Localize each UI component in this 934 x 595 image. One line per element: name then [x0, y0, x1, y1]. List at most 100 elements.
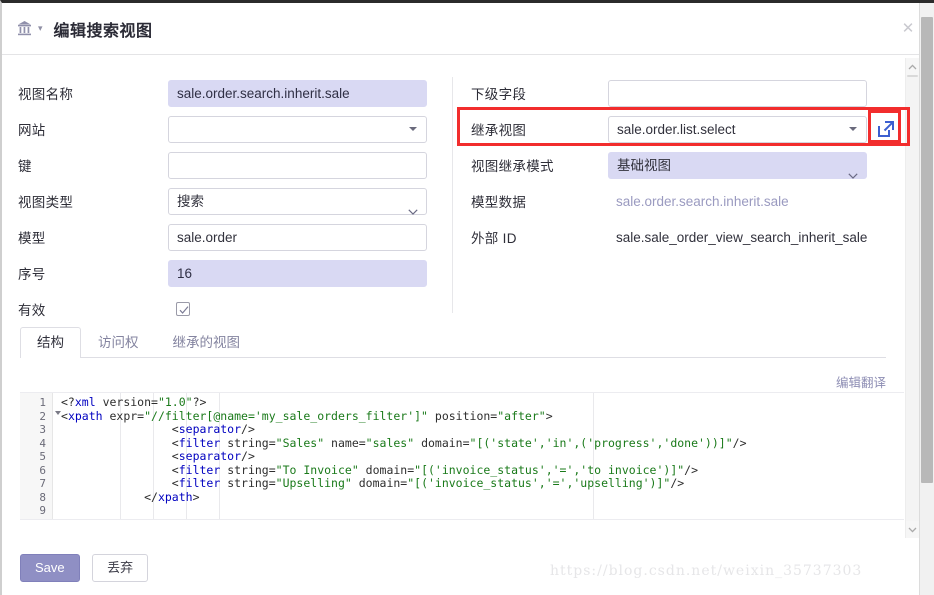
field-control-website	[168, 115, 452, 143]
line-number: 6	[39, 463, 46, 477]
dropdown-value-view-type: 搜索	[177, 193, 204, 209]
field-control-view-inherit-mode: 基础视图	[608, 151, 902, 179]
line-number: 1	[39, 396, 46, 409]
field-control-active	[168, 302, 452, 316]
form-row-key: 键	[18, 149, 452, 181]
form-area: 视图名称 sale.order.search.inherit.sale 网站键视图类…	[2, 55, 902, 318]
form-row-model: 模型 sale.order	[18, 221, 452, 253]
caret-down-icon	[849, 127, 857, 131]
field-control-sequence: 16	[168, 259, 452, 287]
field-label-sequence: 序号	[18, 267, 46, 282]
inner-scrollbar-thumb[interactable]	[907, 75, 918, 77]
line-number: 2	[20, 410, 61, 424]
inner-scrollbar-track[interactable]	[906, 75, 919, 521]
form-row-view-name: 视图名称 sale.order.search.inherit.sale	[18, 77, 452, 109]
window-scrollbar-thumb[interactable]	[921, 17, 933, 483]
field-control-model-data: sale.order.search.inherit.sale	[608, 188, 902, 215]
code-line: <filter string="To Invoice" domain="[('i…	[171, 462, 699, 477]
field-label-external-id: 外部 ID	[471, 231, 517, 246]
field-label-view-name: 视图名称	[18, 87, 74, 102]
code-line: <separator/>	[171, 422, 255, 436]
field-label-model-data: 模型数据	[471, 195, 527, 210]
field-label-key: 键	[18, 159, 32, 174]
scroll-up-icon[interactable]	[906, 58, 919, 75]
code-line: <xpath expr="//filter[@name='my_sale_ord…	[61, 408, 553, 423]
checkbox-active[interactable]	[176, 302, 190, 316]
inner-scrollbar[interactable]	[905, 58, 919, 538]
code-line: </xpath>	[144, 489, 200, 504]
watermark: https://blog.csdn.net/weixin_35737303	[550, 563, 863, 579]
line-number: 7	[39, 477, 46, 490]
input-child-field[interactable]	[608, 79, 867, 107]
code-line: <filter string="Upselling" domain="[('in…	[171, 476, 685, 490]
line-number: 9	[39, 504, 46, 517]
input-sequence[interactable]: 16	[168, 259, 427, 287]
tab-bar: 结构 访问权 继承的视图	[20, 327, 886, 358]
field-label-website: 网站	[18, 123, 46, 138]
field-control-model: sale.order	[168, 223, 452, 251]
field-value-external-id: sale.sale_order_view_search_inherit_sale	[616, 229, 868, 245]
dropdown-view-type[interactable]: 搜索	[168, 187, 427, 215]
tab-inherited-views[interactable]: 继承的视图	[156, 327, 258, 358]
check-icon	[179, 306, 189, 314]
editor-gutter: 123456789	[20, 393, 61, 519]
field-control-view-type: 搜索	[168, 187, 452, 215]
select-inherited-view[interactable]: sale.order.list.select	[608, 115, 867, 143]
code-line: <filter string="Sales" name="sales" doma…	[171, 435, 747, 450]
dialog-titlebar: ▾ 编辑搜索视图 ✕	[2, 3, 934, 55]
field-label-active: 有效	[18, 303, 46, 318]
window-scrollbar-track[interactable]	[920, 3, 934, 595]
form-row-active: 有效	[18, 293, 452, 325]
form-row-inherited-view: 继承视图 sale.order.list.select	[463, 113, 902, 145]
form-row-model-data: 模型数据 sale.order.search.inherit.sale	[463, 185, 902, 217]
discard-button[interactable]: 丢弃	[92, 554, 149, 582]
close-icon[interactable]: ✕	[898, 19, 918, 39]
external-link-icon[interactable]	[875, 118, 897, 140]
field-label-child-field: 下级字段	[471, 87, 527, 102]
code-line: <?xml version="1.0"?>	[61, 395, 207, 409]
input-key[interactable]	[168, 151, 427, 179]
line-number: 4	[39, 436, 46, 450]
window-scrollbar[interactable]	[919, 3, 934, 595]
field-label-inherited-view: 继承视图	[471, 123, 527, 138]
field-label-view-inherit-mode: 视图继承模式	[471, 159, 554, 174]
dropdown-value-view-inherit-mode: 基础视图	[617, 157, 671, 173]
tab-access-rights[interactable]: 访问权	[81, 327, 156, 358]
line-number: 8	[39, 490, 46, 504]
form-row-sequence: 序号 16	[18, 257, 452, 289]
form-row-external-id: 外部 ID sale.sale_order_view_search_inherit…	[463, 221, 902, 253]
input-model[interactable]: sale.order	[168, 223, 427, 251]
field-control-key	[168, 151, 452, 179]
field-value-model-data[interactable]: sale.order.search.inherit.sale	[608, 188, 902, 215]
xml-code-editor[interactable]: 123456789 <?xml version="1.0"?> <xpath ex…	[20, 392, 904, 520]
line-number: 3	[39, 423, 46, 436]
form-row-child-field: 下级字段	[463, 77, 902, 109]
chevron-down-icon	[408, 198, 418, 215]
dialog-footer: Save 丢弃	[20, 554, 149, 582]
chevron-down-icon	[848, 162, 858, 179]
bank-icon	[18, 21, 31, 36]
field-control-external-id: sale.sale_order_view_search_inherit_sale	[608, 224, 902, 251]
caret-down-icon	[409, 127, 417, 131]
code-line: <separator/>	[171, 449, 255, 463]
field-label-view-type: 视图类型	[18, 195, 74, 210]
page-title: 编辑搜索视图	[53, 22, 153, 40]
select-website[interactable]	[168, 115, 427, 143]
edit-search-view-dialog: ▾ 编辑搜索视图 ✕ 视图名称 sale.order.search.inherit…	[0, 0, 934, 595]
editor-code[interactable]: <?xml version="1.0"?> <xpath expr="//filt…	[61, 395, 904, 519]
select-value-inherited-view: sale.order.list.select	[617, 121, 736, 137]
field-control-inherited-view: sale.order.list.select	[608, 115, 902, 143]
dropdown-view-inherit-mode[interactable]: 基础视图	[608, 151, 867, 179]
tab-architecture[interactable]: 结构	[20, 327, 81, 358]
form-column-left: 视图名称 sale.order.search.inherit.sale 网站键视图类…	[2, 77, 452, 318]
input-view-name[interactable]: sale.order.search.inherit.sale	[168, 79, 427, 107]
field-control-view-name: sale.order.search.inherit.sale	[168, 79, 452, 107]
save-button[interactable]: Save	[20, 554, 80, 582]
form-column-right: 下级字段继承视图 sale.order.list.select 视图继承模式 基础视图…	[452, 77, 902, 313]
form-row-view-type: 视图类型 搜索	[18, 185, 452, 217]
scroll-down-icon[interactable]	[906, 521, 919, 538]
form-row-view-inherit-mode: 视图继承模式 基础视图	[463, 149, 902, 181]
edit-translation-link[interactable]: 编辑翻译	[836, 372, 886, 391]
form-row-website: 网站	[18, 113, 452, 145]
